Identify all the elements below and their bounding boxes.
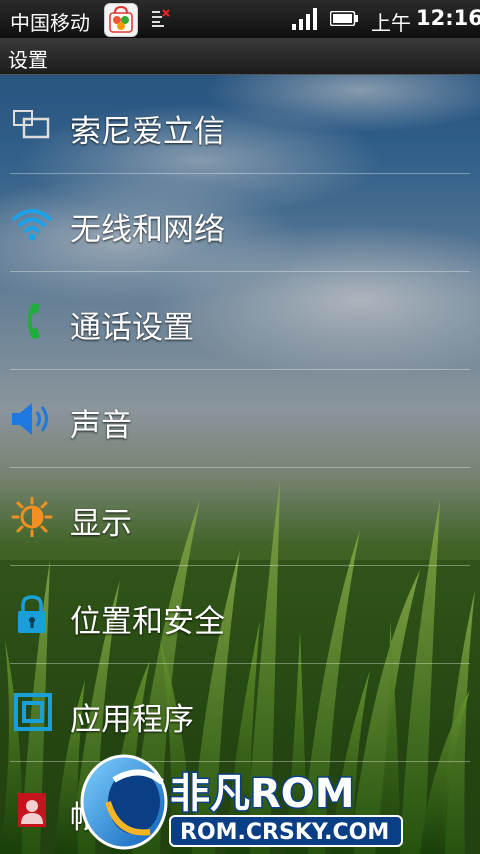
settings-list: 索尼爱立信 无线和网络 通话设置 声音 显示 位置和安全 应用程序 bbox=[0, 76, 480, 854]
app-notification-icon[interactable] bbox=[104, 3, 138, 37]
settings-item-sound[interactable]: 声音 bbox=[0, 370, 480, 468]
status-bar: 中国移动 上午 12:16 bbox=[0, 0, 480, 38]
am-pm-indicator: 上午 bbox=[371, 11, 411, 35]
settings-item-applications[interactable]: 应用程序 bbox=[0, 664, 480, 762]
page-title: 设置 bbox=[8, 48, 48, 72]
settings-item-location-security[interactable]: 位置和安全 bbox=[0, 566, 480, 664]
clock: 12:16 bbox=[416, 6, 480, 30]
settings-item-label: 无线和网络 bbox=[70, 212, 225, 248]
settings-item-display[interactable]: 显示 bbox=[0, 468, 480, 566]
lock-icon bbox=[18, 595, 46, 633]
battery-icon bbox=[330, 11, 358, 26]
sony-ericsson-icon bbox=[13, 110, 50, 139]
settings-item-sony-ericsson[interactable]: 索尼爱立信 bbox=[0, 76, 480, 174]
speaker-icon bbox=[12, 403, 48, 435]
crsky-watermark-logo: 非凡ROM ROM.CRSKY.COM bbox=[80, 754, 403, 850]
applications-icon bbox=[14, 693, 52, 731]
screen: 中国移动 上午 12:16 设置 索尼爱立信 无线和网络 通话设置 声音 显示 … bbox=[0, 0, 480, 854]
settings-item-label: 通话设置 bbox=[70, 310, 194, 346]
watermark-brand: 非凡ROM bbox=[170, 771, 355, 817]
wifi-icon bbox=[12, 209, 52, 241]
brightness-icon bbox=[11, 497, 53, 537]
accounts-icon bbox=[18, 793, 46, 827]
settings-item-call-settings[interactable]: 通话设置 bbox=[0, 272, 480, 370]
signal-strength-icon bbox=[292, 8, 317, 30]
title-bar: 设置 bbox=[0, 38, 480, 75]
settings-item-wireless[interactable]: 无线和网络 bbox=[0, 174, 480, 272]
carrier-name: 中国移动 bbox=[10, 11, 90, 35]
phone-icon bbox=[28, 303, 40, 339]
settings-item-label: 应用程序 bbox=[70, 702, 194, 738]
watermark-url: ROM.CRSKY.COM bbox=[180, 820, 389, 845]
settings-item-label: 声音 bbox=[70, 408, 132, 444]
notification-list-icon[interactable] bbox=[150, 9, 172, 29]
settings-item-label: 索尼爱立信 bbox=[70, 114, 225, 150]
settings-item-label: 位置和安全 bbox=[70, 604, 225, 640]
settings-item-label: 显示 bbox=[70, 506, 132, 542]
